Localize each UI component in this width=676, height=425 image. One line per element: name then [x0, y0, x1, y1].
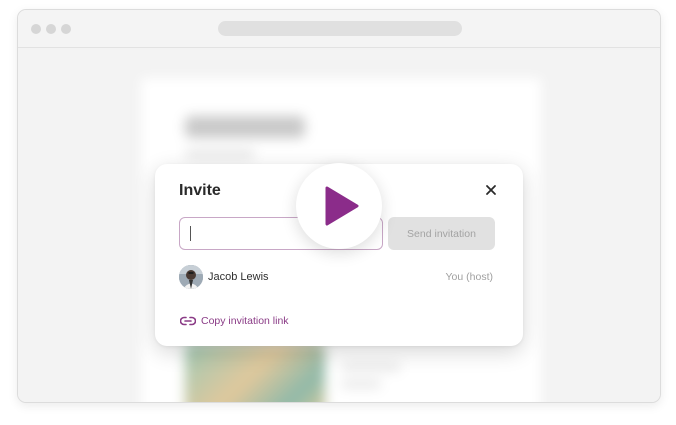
link-icon [180, 316, 196, 326]
window-close-dot[interactable] [31, 24, 41, 34]
blurred-page-image [185, 343, 325, 402]
play-icon [325, 186, 359, 226]
browser-titlebar [18, 10, 660, 48]
modal-title: Invite [179, 182, 221, 199]
send-invitation-button[interactable]: Send invitation [388, 217, 495, 250]
user-avatar [179, 265, 203, 289]
member-role: You (host) [445, 271, 493, 283]
blurred-text-line [341, 363, 401, 371]
member-name: Jacob Lewis [208, 271, 269, 283]
window-maximize-dot[interactable] [61, 24, 71, 34]
close-button[interactable] [481, 180, 501, 200]
address-bar[interactable] [218, 21, 462, 36]
member-row: Jacob Lewis You (host) [179, 264, 495, 290]
text-caret [190, 226, 191, 241]
window-minimize-dot[interactable] [46, 24, 56, 34]
avatar-image [179, 265, 203, 289]
blurred-text-line [341, 380, 381, 388]
copy-link-label: Copy invitation link [201, 315, 289, 327]
close-icon [486, 185, 496, 195]
blurred-page-subtitle [185, 150, 255, 158]
blurred-page-title [185, 116, 305, 138]
play-video-button[interactable] [296, 163, 382, 249]
